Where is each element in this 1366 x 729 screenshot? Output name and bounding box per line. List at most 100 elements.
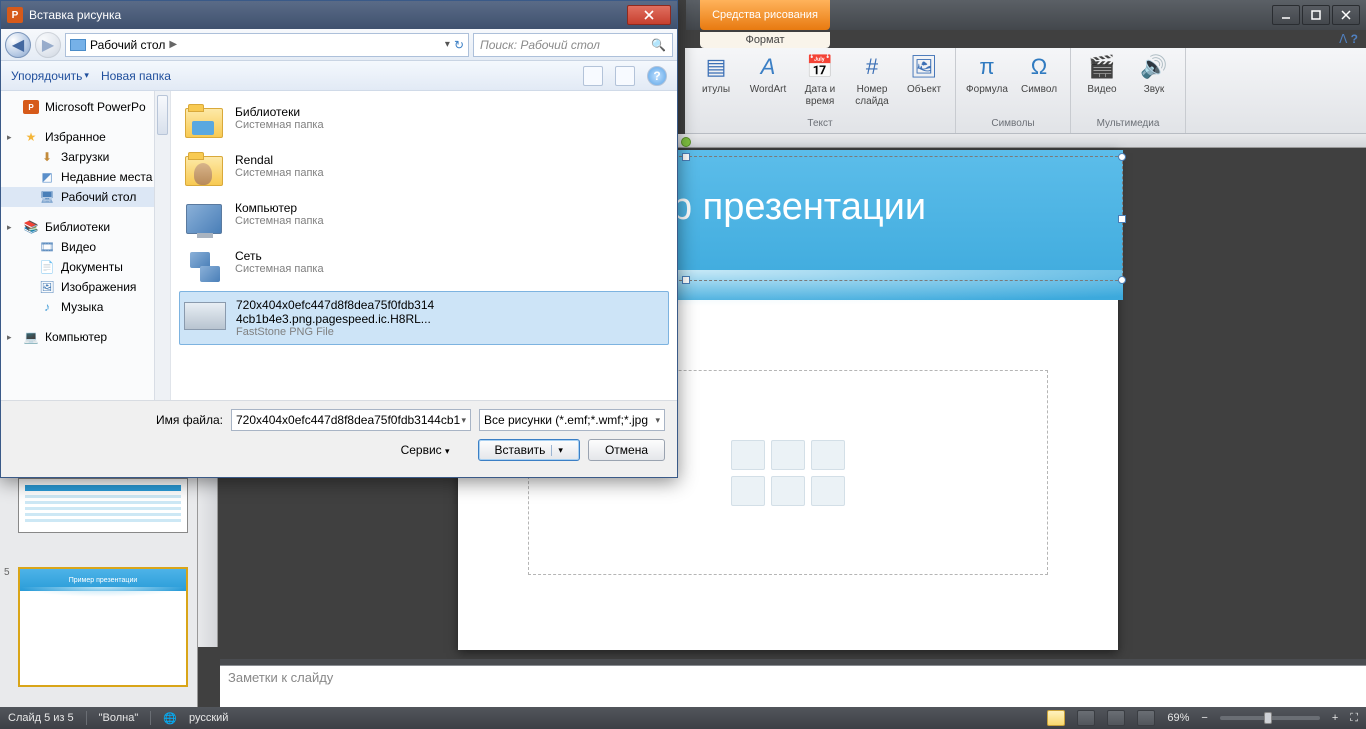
file-type-filter[interactable]: Все рисунки (*.emf;*.wmf;*.jpg▾ xyxy=(479,409,665,431)
preview-pane-button[interactable] xyxy=(615,66,635,86)
search-input[interactable]: Поиск: Рабочий стол 🔍 xyxy=(473,33,673,57)
monitor-large-icon xyxy=(186,204,222,234)
list-item-libraries[interactable]: БиблиотекиСистемная папка xyxy=(179,99,669,147)
tree-recent[interactable]: ◩Недавние места xyxy=(1,167,170,187)
libraries-icon: 📚 xyxy=(23,220,39,234)
date-time-button[interactable]: 📅Дата и время xyxy=(797,52,843,107)
zoom-out-button[interactable]: − xyxy=(1201,712,1207,724)
chevron-down-icon: ▾ xyxy=(84,70,89,81)
network-icon xyxy=(186,252,222,282)
video-icon: 🎬 xyxy=(1088,54,1115,79)
resize-handle-bc[interactable] xyxy=(682,276,690,284)
desktop-icon xyxy=(70,39,86,51)
minimize-button[interactable] xyxy=(1272,5,1300,25)
ribbon-collapse-icon[interactable]: ᐱ ? xyxy=(1339,32,1358,46)
symbol-button[interactable]: ΩСимвол xyxy=(1016,52,1062,96)
list-item-rendal[interactable]: RendalСистемная папка xyxy=(179,147,669,195)
insert-split-icon[interactable]: ▾ xyxy=(551,445,563,456)
tree-powerpoint[interactable]: PMicrosoft PowerPo xyxy=(1,97,170,117)
normal-view-button[interactable] xyxy=(1047,710,1065,726)
forward-button[interactable]: ▶ xyxy=(35,32,61,58)
resize-handle-br[interactable] xyxy=(1118,276,1126,284)
breadcrumb-chevron-icon[interactable]: ▶ xyxy=(169,39,177,50)
tree-computer[interactable]: ▸💻Компьютер xyxy=(1,327,170,347)
tree-downloads[interactable]: ⬇Загрузки xyxy=(1,147,170,167)
omega-icon: Ω xyxy=(1031,54,1047,79)
breadcrumb[interactable]: Рабочий стол ▶ ▾ ↻ xyxy=(65,33,469,57)
drawing-tools-tab[interactable]: Средства рисования Формат xyxy=(700,0,830,30)
downloads-icon: ⬇ xyxy=(39,150,55,164)
insert-clipart-icon[interactable] xyxy=(771,476,805,506)
zoom-label[interactable]: 69% xyxy=(1167,712,1189,724)
tree-scrollbar[interactable] xyxy=(154,91,170,400)
object-button[interactable]: 🖼Объект xyxy=(901,52,947,96)
slide-thumb-5[interactable]: Пример презентации xyxy=(18,567,188,687)
zoom-thumb[interactable] xyxy=(1264,712,1272,724)
audio-button[interactable]: 🔊Звук xyxy=(1131,52,1177,96)
recent-icon: ◩ xyxy=(39,170,55,184)
wordart-button[interactable]: AWordArt xyxy=(745,52,791,96)
video-button[interactable]: 🎬Видео xyxy=(1079,52,1125,96)
close-app-button[interactable] xyxy=(1332,5,1360,25)
resize-handle-tr[interactable] xyxy=(1118,153,1126,161)
tree-desktop[interactable]: 🖥Рабочий стол xyxy=(1,187,170,207)
dialog-footer: Имя файла: 720x404x0efc447d8f8dea75f0fdb… xyxy=(1,400,677,477)
new-folder-button[interactable]: Новая папка xyxy=(101,69,171,83)
nav-tree: PMicrosoft PowerPo ▸★Избранное ⬇Загрузки… xyxy=(1,91,171,400)
insert-table-icon[interactable] xyxy=(731,440,765,470)
symbols-group-label: Символы xyxy=(964,116,1062,129)
zoom-in-button[interactable]: + xyxy=(1332,712,1338,724)
star-icon: ★ xyxy=(23,130,39,144)
fit-to-window-button[interactable]: ⛶ xyxy=(1350,712,1358,725)
breadcrumb-dropdown-icon[interactable]: ▾ xyxy=(445,39,450,50)
filename-input[interactable]: 720x404x0efc447d8f8dea75f0fdb3144cb1b4▾ xyxy=(231,409,471,431)
service-menu[interactable]: Сервис ▾ xyxy=(401,443,450,457)
tree-images[interactable]: 🖼Изображения xyxy=(1,277,170,297)
insert-button[interactable]: Вставить▾ xyxy=(478,439,580,461)
list-item-computer[interactable]: КомпьютерСистемная папка xyxy=(179,195,669,243)
slideshow-view-button[interactable] xyxy=(1137,710,1155,726)
rotate-handle[interactable] xyxy=(681,137,691,147)
dialog-toolbar: Упорядочить ▾ Новая папка ? xyxy=(1,61,677,91)
resize-handle-tc[interactable] xyxy=(682,153,690,161)
list-item-network[interactable]: СетьСистемная папка xyxy=(179,243,669,291)
insert-smartart-icon[interactable] xyxy=(811,440,845,470)
back-button[interactable]: ◀ xyxy=(5,32,31,58)
dialog-titlebar[interactable]: P Вставка рисунка xyxy=(1,1,677,29)
chevron-down-icon[interactable]: ▾ xyxy=(655,415,660,426)
chevron-down-icon[interactable]: ▾ xyxy=(461,415,466,426)
slide-thumb-4[interactable] xyxy=(18,478,188,533)
tree-video[interactable]: 🎞Видео xyxy=(1,237,170,257)
sorter-view-button[interactable] xyxy=(1077,710,1095,726)
header-footer-button[interactable]: ▤итулы xyxy=(693,52,739,96)
format-tab[interactable]: Формат xyxy=(700,32,830,48)
zoom-slider[interactable] xyxy=(1220,716,1320,720)
view-mode-button[interactable] xyxy=(583,66,603,86)
tree-favorites[interactable]: ▸★Избранное xyxy=(1,127,170,147)
organize-menu[interactable]: Упорядочить ▾ xyxy=(11,69,89,83)
maximize-button[interactable] xyxy=(1302,5,1330,25)
tree-documents[interactable]: 📄Документы xyxy=(1,257,170,277)
insert-media-icon[interactable] xyxy=(811,476,845,506)
notes-area[interactable]: Заметки к слайду xyxy=(220,665,1366,707)
cancel-button[interactable]: Отмена xyxy=(588,439,665,461)
document-icon: 📄 xyxy=(39,260,55,274)
refresh-icon[interactable]: ↻ xyxy=(454,38,464,52)
insert-picture-icon[interactable] xyxy=(731,476,765,506)
reading-view-button[interactable] xyxy=(1107,710,1125,726)
list-item-selected-file[interactable]: 720x404x0efc447d8f8dea75f0fdb314 4cb1b4e… xyxy=(179,291,669,345)
insert-chart-icon[interactable] xyxy=(771,440,805,470)
slide-number-button[interactable]: #Номер слайда xyxy=(849,52,895,107)
tree-music[interactable]: ♪Музыка xyxy=(1,297,170,317)
search-icon[interactable]: 🔍 xyxy=(651,38,666,52)
resize-handle-mr[interactable] xyxy=(1118,215,1126,223)
language-label[interactable]: русский xyxy=(189,712,228,724)
film-icon: 🎞 xyxy=(39,240,55,254)
equation-button[interactable]: πФормула xyxy=(964,52,1010,96)
help-button[interactable]: ? xyxy=(647,66,667,86)
dialog-close-button[interactable] xyxy=(627,5,671,25)
hash-icon: # xyxy=(866,54,878,79)
dialog-nav: ◀ ▶ Рабочий стол ▶ ▾ ↻ Поиск: Рабочий ст… xyxy=(1,29,677,61)
slide-counter: Слайд 5 из 5 xyxy=(8,712,74,724)
tree-libraries[interactable]: ▸📚Библиотеки xyxy=(1,217,170,237)
